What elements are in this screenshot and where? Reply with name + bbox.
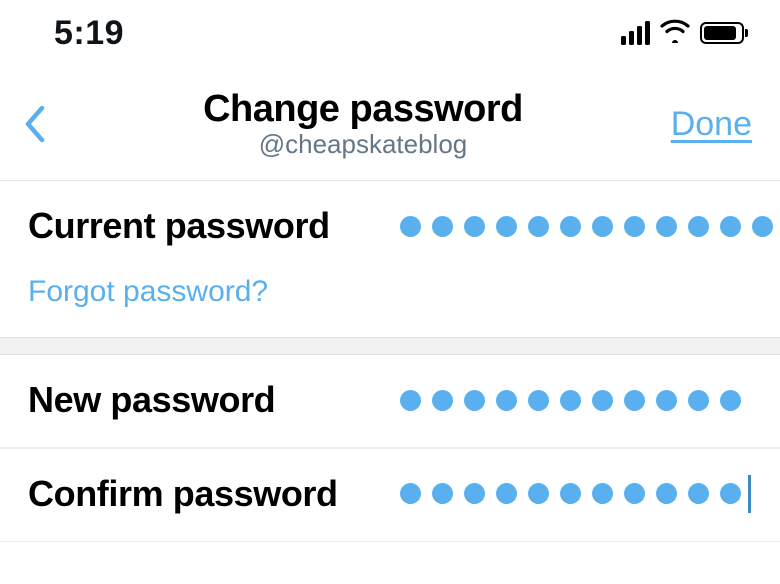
forgot-password-link[interactable]: Forgot password?: [28, 275, 268, 308]
password-mask-dot: [688, 216, 709, 237]
password-mask-dot: [528, 216, 549, 237]
new-password-input[interactable]: [400, 390, 741, 411]
password-mask-dot: [656, 390, 677, 411]
status-time: 5:19: [54, 14, 124, 53]
page-header: Change password @cheapskateblog Done: [0, 62, 780, 181]
current-password-row[interactable]: Current password: [0, 181, 780, 273]
password-mask-dot: [656, 483, 677, 504]
password-mask-dot: [400, 483, 421, 504]
cellular-signal-icon: [621, 21, 650, 45]
password-mask-dot: [432, 483, 453, 504]
password-mask-dot: [528, 483, 549, 504]
done-button[interactable]: Done: [642, 105, 752, 144]
password-mask-dot: [624, 483, 645, 504]
chevron-left-icon: [24, 104, 48, 144]
password-mask-dot: [528, 390, 549, 411]
password-mask-dot: [464, 390, 485, 411]
current-password-input[interactable]: [400, 216, 773, 237]
password-mask-dot: [592, 483, 613, 504]
new-password-label: New password: [28, 379, 378, 421]
battery-icon: [700, 22, 744, 44]
section-divider: [0, 337, 780, 355]
back-button[interactable]: [24, 104, 84, 144]
password-mask-dot: [464, 483, 485, 504]
password-mask-dot: [624, 216, 645, 237]
password-mask-dot: [400, 390, 421, 411]
password-mask-dot: [752, 216, 773, 237]
password-mask-dot: [688, 483, 709, 504]
password-mask-dot: [688, 390, 709, 411]
password-mask-dot: [464, 216, 485, 237]
status-bar: 5:19: [0, 0, 780, 62]
confirm-password-input[interactable]: [400, 475, 751, 513]
password-mask-dot: [496, 216, 517, 237]
password-mask-dot: [720, 390, 741, 411]
password-mask-dot: [592, 390, 613, 411]
password-mask-dot: [560, 390, 581, 411]
new-password-row[interactable]: New password: [0, 355, 780, 447]
text-caret: [748, 475, 751, 513]
wifi-icon: [660, 19, 690, 48]
password-mask-dot: [624, 390, 645, 411]
page-title: Change password: [203, 88, 523, 131]
password-mask-dot: [592, 216, 613, 237]
password-mask-dot: [720, 483, 741, 504]
password-mask-dot: [496, 390, 517, 411]
confirm-password-row[interactable]: Confirm password: [0, 449, 780, 541]
password-mask-dot: [496, 483, 517, 504]
password-mask-dot: [432, 216, 453, 237]
current-password-label: Current password: [28, 205, 378, 247]
password-mask-dot: [432, 390, 453, 411]
confirm-password-label: Confirm password: [28, 473, 378, 515]
password-mask-dot: [400, 216, 421, 237]
status-indicators: [621, 19, 744, 48]
password-mask-dot: [560, 483, 581, 504]
password-mask-dot: [720, 216, 741, 237]
user-handle: @cheapskateblog: [259, 129, 468, 160]
password-mask-dot: [560, 216, 581, 237]
password-mask-dot: [656, 216, 677, 237]
